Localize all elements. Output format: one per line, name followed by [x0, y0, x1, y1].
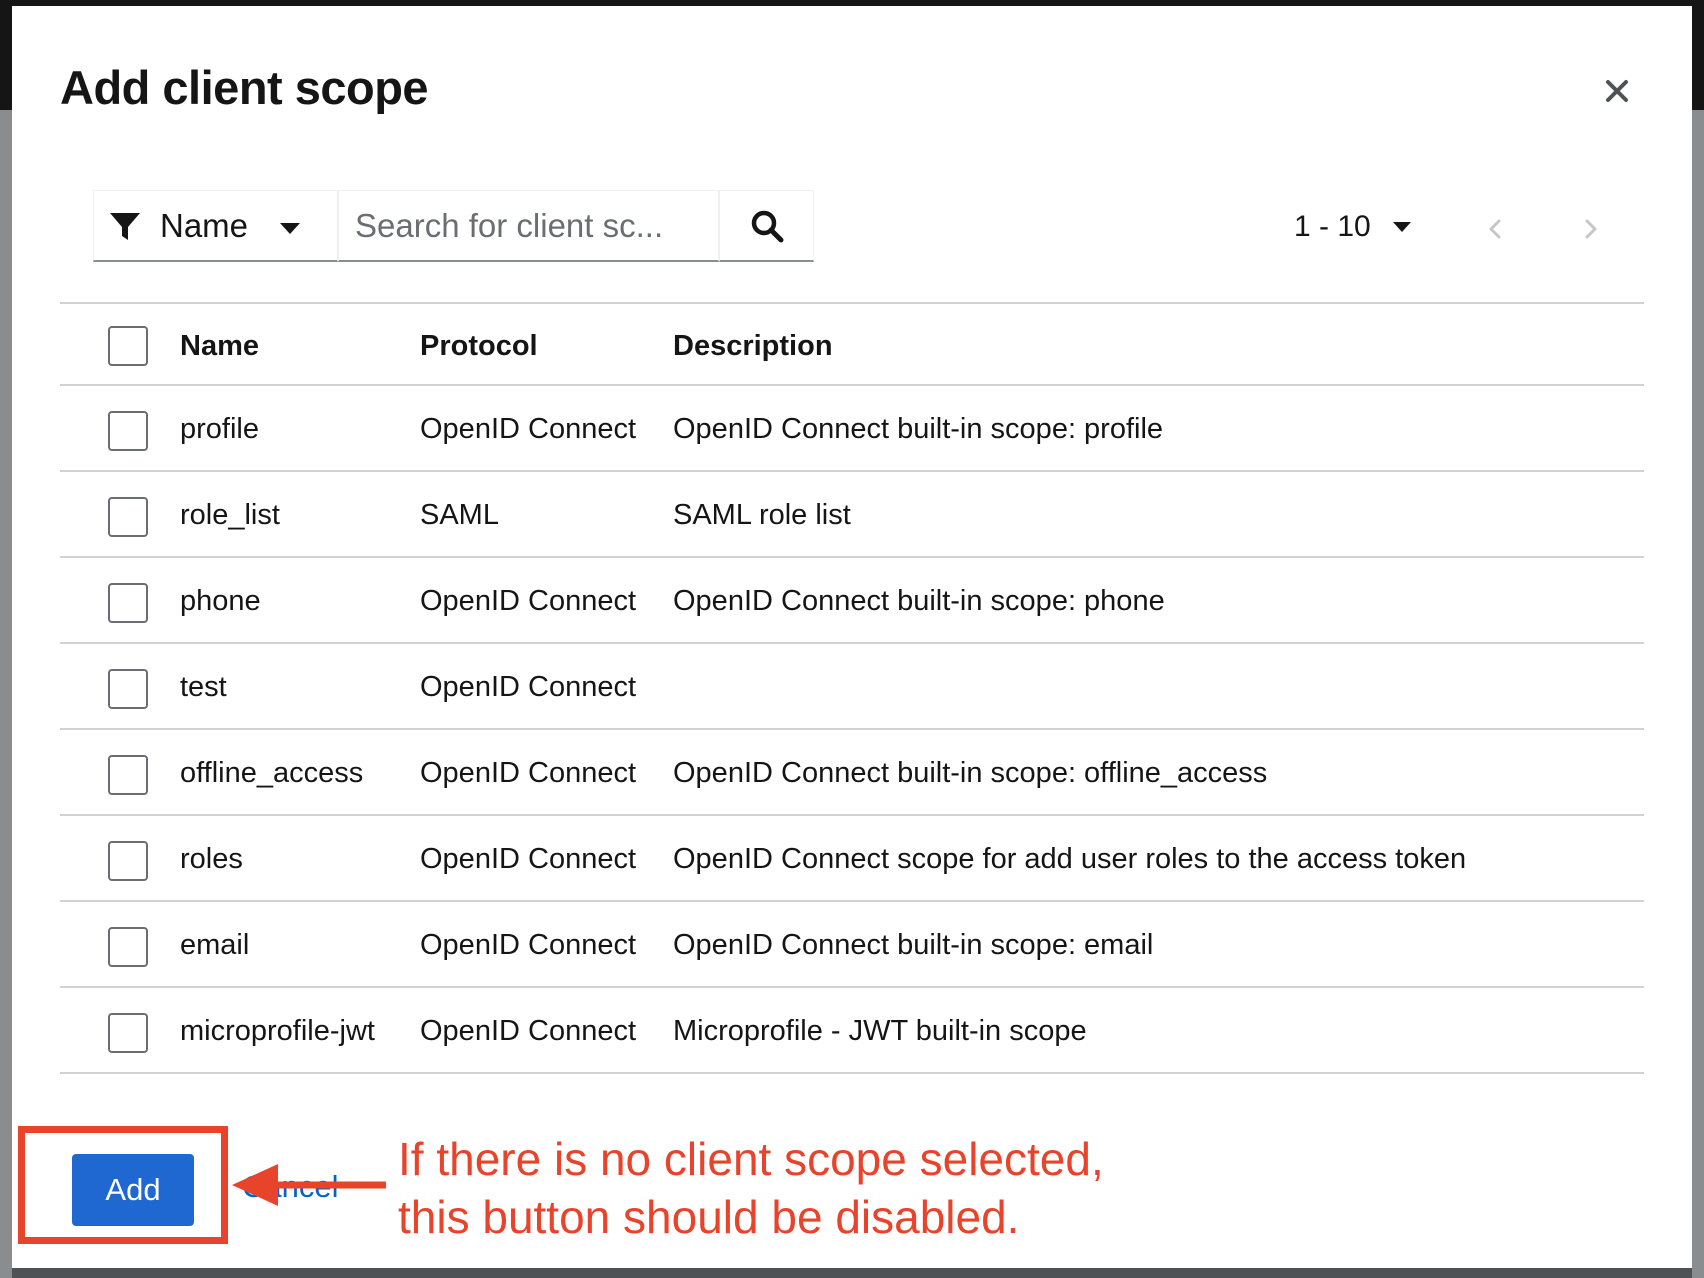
row-checkbox[interactable] [108, 411, 148, 451]
select-all-checkbox[interactable] [108, 326, 148, 366]
scope-name: profile [180, 413, 259, 445]
page-backdrop-left [0, 110, 12, 1278]
annotation-line-1: If there is no client scope selected, [398, 1133, 1104, 1185]
client-scope-table: Name Protocol Description profile OpenID… [60, 302, 1644, 1074]
table-row: email OpenID Connect OpenID Connect buil… [60, 902, 1644, 988]
scope-protocol: OpenID Connect [420, 843, 637, 875]
scope-protocol: OpenID Connect [420, 585, 637, 617]
annotation-line-2: this button should be disabled. [398, 1191, 1020, 1243]
annotation-text: If there is no client scope selected, th… [398, 1130, 1678, 1246]
scope-description: Microprofile - JWT built-in scope [673, 1015, 1087, 1047]
annotation-highlight-box [18, 1126, 228, 1244]
scope-description: OpenID Connect built-in scope: email [673, 929, 1154, 961]
scope-protocol: OpenID Connect [420, 1015, 637, 1047]
table-row: phone OpenID Connect OpenID Connect buil… [60, 558, 1644, 644]
search-icon [751, 210, 783, 242]
scope-name: microprofile-jwt [180, 1015, 375, 1047]
column-header-name[interactable]: Name [180, 304, 259, 388]
scope-protocol: OpenID Connect [420, 413, 637, 445]
scope-protocol: OpenID Connect [420, 757, 637, 789]
filter-dropdown[interactable]: Name [93, 190, 338, 262]
filter-label: Name [160, 206, 249, 244]
search-field[interactable] [338, 190, 719, 262]
filter-icon [110, 212, 140, 240]
scope-name: offline_access [180, 757, 364, 789]
scope-name: role_list [180, 499, 280, 531]
chevron-right-icon[interactable] [1576, 212, 1606, 246]
modal-title: Add client scope [60, 61, 429, 114]
chevron-left-icon[interactable] [1480, 212, 1510, 246]
scope-protocol: OpenID Connect [420, 929, 637, 961]
column-header-description: Description [673, 330, 833, 362]
search-input[interactable] [339, 191, 718, 260]
table-row: profile OpenID Connect OpenID Connect bu… [60, 386, 1644, 472]
row-checkbox[interactable] [108, 927, 148, 967]
row-checkbox[interactable] [108, 755, 148, 795]
table-row: offline_access OpenID Connect OpenID Con… [60, 730, 1644, 816]
scope-protocol: SAML [420, 499, 499, 531]
scope-name: roles [180, 843, 243, 875]
row-checkbox[interactable] [108, 841, 148, 881]
pagination-toggle[interactable]: 1 - 10 [1294, 210, 1411, 244]
scope-description: OpenID Connect built-in scope: phone [673, 585, 1165, 617]
row-checkbox[interactable] [108, 1013, 148, 1053]
search-button[interactable] [719, 190, 814, 262]
row-checkbox[interactable] [108, 583, 148, 623]
scope-description: SAML role list [673, 499, 851, 531]
page-backdrop-right [1692, 110, 1704, 1278]
table-row: role_list SAML SAML role list [60, 472, 1644, 558]
caret-down-icon [280, 223, 300, 234]
close-button[interactable] [1596, 70, 1638, 112]
table-header-row: Name Protocol Description [60, 302, 1644, 386]
row-checkbox[interactable] [108, 497, 148, 537]
scope-description: OpenID Connect built-in scope: offline_a… [673, 757, 1268, 789]
scope-description: OpenID Connect built-in scope: profile [673, 413, 1164, 445]
scope-protocol: OpenID Connect [420, 671, 637, 703]
row-checkbox[interactable] [108, 669, 148, 709]
column-header-protocol: Protocol [420, 330, 538, 362]
table-row: microprofile-jwt OpenID Connect Micropro… [60, 988, 1644, 1074]
annotation-arrow-icon [232, 1164, 386, 1206]
table-row: test OpenID Connect [60, 644, 1644, 730]
scope-description: OpenID Connect scope for add user roles … [673, 843, 1467, 875]
pagination-range: 1 - 10 [1294, 210, 1371, 243]
scope-name: email [180, 929, 250, 961]
close-icon [1606, 80, 1628, 102]
scope-name: phone [180, 585, 261, 617]
add-client-scope-modal: Add client scope Name 1 - 10 Name Pro [12, 6, 1692, 1268]
table-row: roles OpenID Connect OpenID Connect scop… [60, 816, 1644, 902]
caret-down-icon [1392, 222, 1411, 232]
scope-name: test [180, 671, 227, 703]
